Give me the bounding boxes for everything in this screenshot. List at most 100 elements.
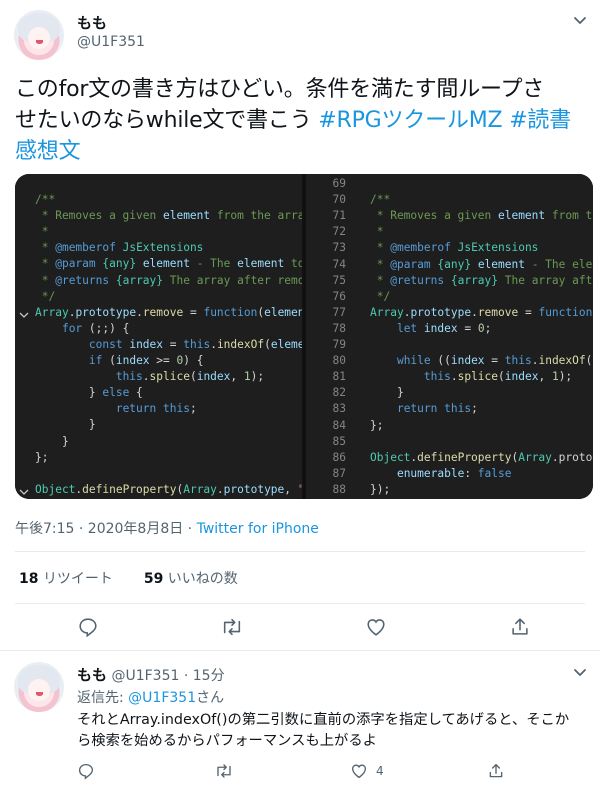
chevron-down-icon[interactable] [572,664,588,680]
code-text: const index = this.indexOf(element [88,337,302,351]
code-line: Array.prototype.remove = function(elemen… [15,305,302,321]
code-text: */ [35,289,56,303]
code-text: * @param {any} element - The eleme [370,257,593,271]
reply-header: もも @U1F351 · 15分 [77,664,225,685]
code-line: * @memberof JsExtensions [15,240,302,256]
author-avatar[interactable] [14,10,64,60]
tweet-stats: 18 リツイート 59 いいねの数 [19,568,238,588]
code-text: while ((index = this.indexOf(el [396,354,593,368]
code-text: enumerable: false [396,466,512,480]
line-number: 80 [332,354,346,368]
code-text: Array.prototype.remove = function(elemen… [35,305,302,319]
retweet-icon[interactable] [220,616,244,638]
code-text: } [35,434,69,448]
code-line: /** [15,192,302,208]
code-text: * @memberof JsExtensions [370,241,539,255]
tweet-source[interactable]: Twitter for iPhone [197,521,319,537]
code-line: 73 * @memberof JsExtensions [306,240,593,256]
code-line: 75 * @returns {array} The array after [306,273,593,289]
reply-text-line2: ら検索を始めるからパフォーマンスも上がるよ [77,733,377,749]
tweet-text: このfor文の書き方はひどい。条件を満たす間ループさ せたいのならwhile文で… [15,74,590,167]
code-text: return this; [396,402,478,416]
line-number: 78 [332,321,346,335]
code-text: * @returns {array} The array after remov… [35,273,302,287]
reply-icon[interactable] [77,762,95,780]
likes-label: いいねの数 [167,571,238,587]
code-text: */ [370,289,391,303]
line-number: 81 [332,370,346,384]
reply-handle[interactable]: @U1F351 [111,668,179,684]
code-text: * @returns {array} The array after [370,273,593,287]
code-text: this.splice(index, 1); [115,370,265,384]
code-line: 88}); [306,482,593,498]
code-text: * @memberof JsExtensions [35,241,204,255]
tweet-meta: 午後7:15 · 2020年8月8日 · Twitter for iPhone [15,521,319,537]
share-icon[interactable] [509,616,531,638]
retweets-count: 18 [19,571,39,587]
code-line: } [15,417,302,433]
retweets-label: リツイート [42,571,113,587]
code-line: Object.defineProperty(Array.prototype, "… [15,482,302,498]
code-line: 82 } [306,385,593,401]
code-line: 87 enumerable: false [306,466,593,482]
code-text: * @param {any} element - The element to … [35,257,302,271]
retweet-icon[interactable] [214,762,234,780]
chevron-down-icon[interactable] [19,486,29,499]
author-display-name[interactable]: もも [77,12,107,33]
code-text: Object.defineProperty(Array.protot [370,450,593,464]
replying-to-suffix: さん [196,690,225,706]
hashtag-reading-part1[interactable]: #読書 [509,108,571,133]
tweet-timestamp[interactable]: 午後7:15 · 2020年8月8日 [15,521,183,537]
replying-to-label: 返信先: [77,690,124,706]
code-line: * @param {any} element - The element to … [15,256,302,272]
hashtag-reading-part2[interactable]: 感想文 [15,136,590,167]
chevron-down-icon[interactable] [572,12,588,28]
replying-to-handle[interactable]: @U1F351 [128,690,196,706]
tweet-text-line2: せたいのならwhile文で書こう #RPGツクールMZ #読書 [15,105,590,136]
retweets-stat[interactable]: 18 リツイート [19,571,113,587]
code-line: 80 while ((index = this.indexOf(el [306,353,593,369]
code-image-left[interactable]: /** * Removes a given element from the a… [15,174,302,499]
code-line: } [15,434,302,450]
code-text: }; [35,450,49,464]
reply-icon[interactable] [77,616,99,638]
reply-text: それとArray.indexOf()の第二引数に直前の添字を指定してあげると、そ… [77,710,592,752]
code-text: if (index >= 0) { [88,354,204,367]
code-line: 69 [306,176,593,192]
code-text: Object.defineProperty(Array.prototype, "… [35,482,302,496]
code-text: this.splice(index, 1); [423,370,573,384]
code-line: * @returns {array} The array after remov… [15,273,302,289]
reply-avatar[interactable] [14,662,64,712]
hashtag-rpg[interactable]: #RPGツクールMZ [318,108,502,133]
reply-time[interactable]: · 15分 [184,668,225,684]
likes-count: 59 [143,571,164,587]
chevron-down-icon[interactable] [19,309,29,322]
line-number: 87 [332,466,346,480]
reply-like-button[interactable]: 4 [350,762,384,780]
code-text: /** [35,193,56,206]
code-line: 78 let index = 0; [306,321,593,337]
reply-display-name[interactable]: もも [77,666,107,684]
code-line: 71 * Removes a given element from the [306,208,593,224]
tweet-image[interactable]: /** * Removes a given element from the a… [15,174,593,499]
code-image-right[interactable]: 69 70/** 71 * Removes a given element from… [306,174,593,499]
like-icon[interactable] [350,762,368,780]
code-line: for (;;) { [15,321,302,337]
author-handle[interactable]: @U1F351 [77,34,145,50]
divider [15,603,585,604]
line-number: 75 [332,273,346,287]
code-line: 83 return this; [306,401,593,417]
share-icon[interactable] [487,762,505,780]
code-text: * Removes a given element from the [370,209,593,223]
code-line: * Removes a given element from the array [15,208,302,224]
code-text: for (;;) { [61,321,130,335]
likes-stat[interactable]: 59 いいねの数 [144,571,238,587]
like-icon[interactable] [365,616,387,638]
code-text: } else { [35,386,143,400]
code-line: 76 */ [306,289,593,305]
code-line: 85 [306,434,593,450]
line-number: 77 [332,305,346,319]
line-number: 85 [332,434,346,448]
code-line: */ [15,289,302,305]
